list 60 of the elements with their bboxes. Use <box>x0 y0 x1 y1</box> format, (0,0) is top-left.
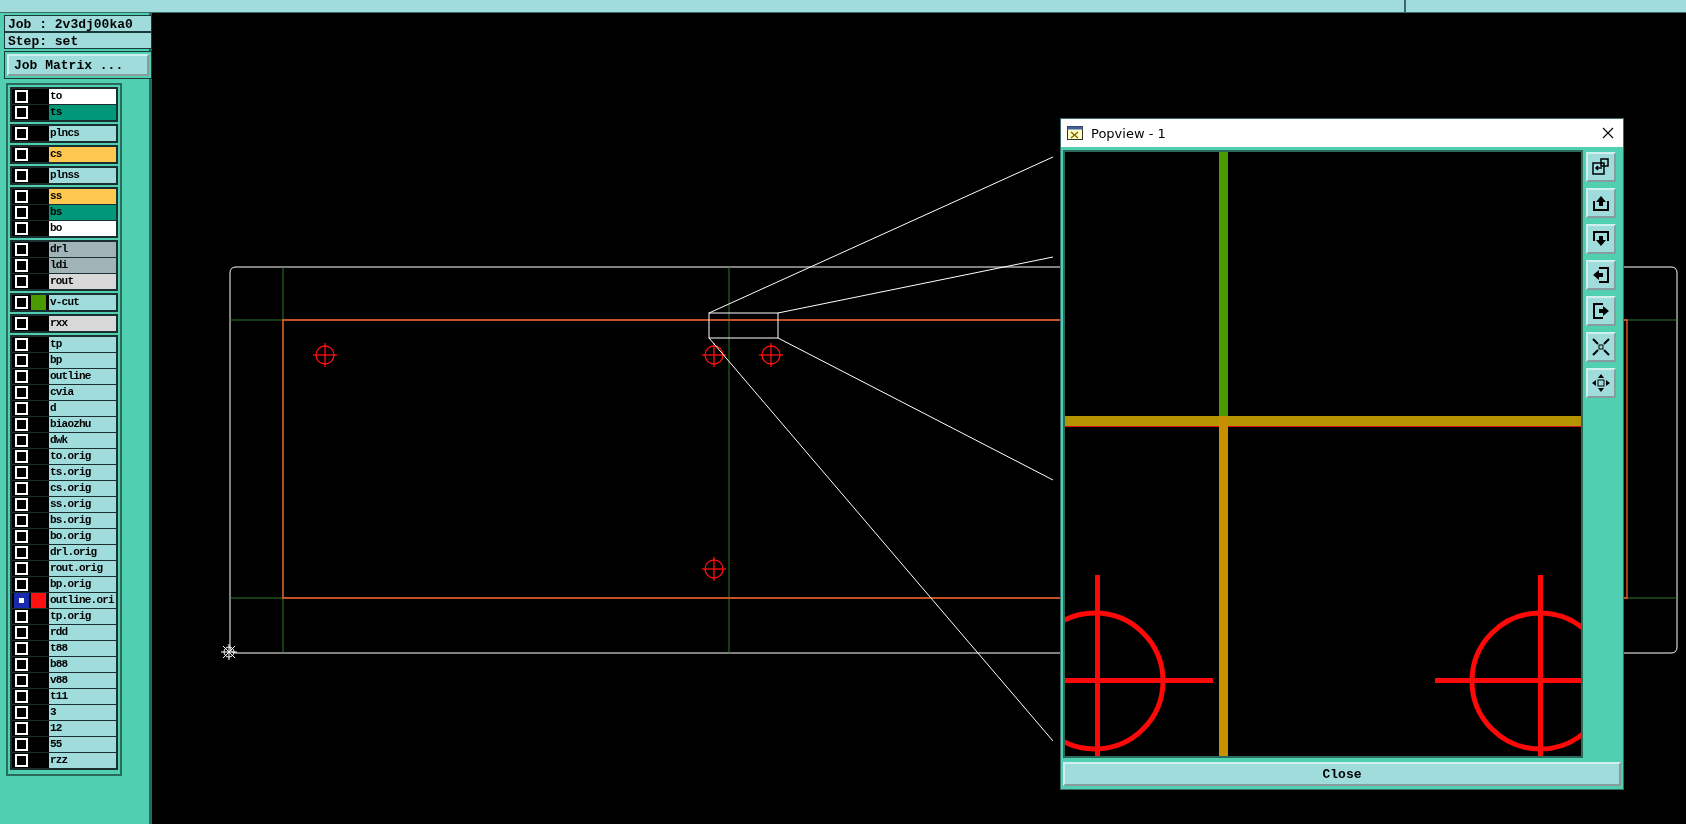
layer-name[interactable]: d <box>49 401 116 416</box>
layer-name[interactable]: ss <box>49 189 116 204</box>
layer-name[interactable]: to <box>49 89 116 104</box>
arrow-icon <box>1591 265 1611 285</box>
layer-name[interactable]: drl <box>49 242 116 257</box>
job-label: Job : 2v3dj00ka0 <box>4 15 152 32</box>
layer-name[interactable]: cs <box>49 147 116 162</box>
layer-name[interactable]: v-cut <box>49 295 116 310</box>
toolbar-button[interactable] <box>1586 188 1616 218</box>
arrow-icon <box>1591 301 1611 321</box>
layer-name[interactable]: bo.orig <box>49 529 116 544</box>
layer-name[interactable]: rzz <box>49 753 116 768</box>
layer-name[interactable]: bo <box>49 221 116 236</box>
layer-name[interactable]: ldi <box>49 258 116 273</box>
layer-name[interactable]: bp <box>49 353 116 368</box>
layer-name[interactable]: tp <box>49 337 116 352</box>
close-button[interactable]: Close <box>1063 762 1621 786</box>
layer-name[interactable]: rout <box>49 274 116 289</box>
app-icon <box>1067 126 1083 140</box>
layer-name[interactable]: outline.ori <box>49 593 116 608</box>
layer-checkbox[interactable] <box>15 594 28 607</box>
step-label: Step: set <box>4 32 152 49</box>
layer-name[interactable]: rout.orig <box>49 561 116 576</box>
layer-name[interactable]: t88 <box>49 641 116 656</box>
layer-name[interactable]: plncs <box>49 126 116 141</box>
layer-name[interactable]: cs.orig <box>49 481 116 496</box>
layer-name[interactable]: tp.orig <box>49 609 116 624</box>
layer-name[interactable]: outline <box>49 369 116 384</box>
layer-name[interactable]: ts.orig <box>49 465 116 480</box>
toolbar-button[interactable] <box>1586 296 1616 326</box>
layer-name[interactable]: bp.orig <box>49 577 116 592</box>
toolbar-button[interactable] <box>1586 332 1616 362</box>
zoom-box <box>708 312 779 339</box>
layer-name[interactable]: plnss <box>49 168 116 183</box>
layer-name[interactable]: 3 <box>49 705 116 720</box>
layer-name[interactable]: bs <box>49 205 116 220</box>
window-title: Popview - 1 <box>1091 125 1167 141</box>
job-matrix-button[interactable]: Job Matrix ... <box>7 54 149 76</box>
toolbar-button[interactable] <box>1586 260 1616 290</box>
toolbar-button[interactable] <box>1586 224 1616 254</box>
layer-name[interactable]: v88 <box>49 673 116 688</box>
layer-name[interactable]: to.orig <box>49 449 116 464</box>
layer-name[interactable]: cvia <box>49 385 116 400</box>
toolbar-button[interactable] <box>1586 152 1616 182</box>
layer-name[interactable]: rdd <box>49 625 116 640</box>
layer-name[interactable]: t11 <box>49 689 116 704</box>
close-icon[interactable] <box>1601 126 1615 140</box>
layer-name[interactable]: b88 <box>49 657 116 672</box>
toolbar-button[interactable] <box>1586 368 1616 398</box>
origin-icon <box>220 643 238 661</box>
layer-name[interactable]: 55 <box>49 737 116 752</box>
layer-name[interactable]: biaozhu <box>49 417 116 432</box>
layer-name[interactable]: 12 <box>49 721 116 736</box>
layer-name[interactable]: ss.orig <box>49 497 116 512</box>
layer-name[interactable]: bs.orig <box>49 513 116 528</box>
layer-name[interactable]: drl.orig <box>49 545 116 560</box>
arrow-icon <box>1591 157 1611 177</box>
layer-name[interactable]: rxx <box>49 316 116 331</box>
layer-name[interactable]: ts <box>49 105 116 120</box>
layer-name[interactable]: dwk <box>49 433 116 448</box>
